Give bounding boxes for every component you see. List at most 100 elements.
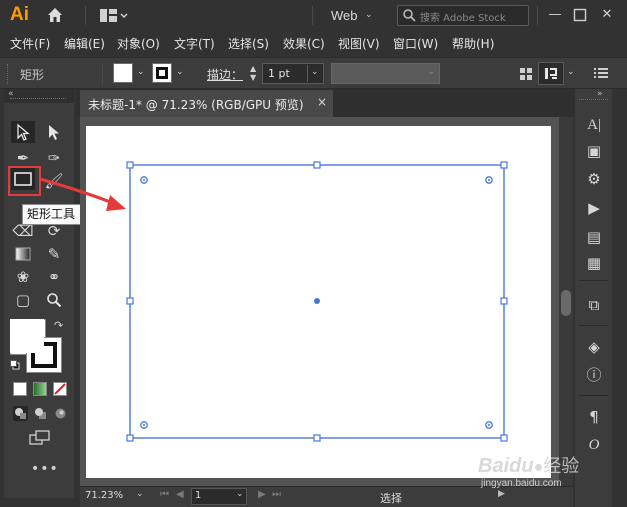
menu-object[interactable]: 对象(O) — [117, 35, 160, 52]
menu-view[interactable]: 视图(V) — [338, 35, 380, 52]
watermark-url: jingyan.baidu.com — [481, 478, 562, 489]
artboard-number: 1 — [195, 490, 202, 501]
fill-color-swatch-front[interactable] — [10, 319, 44, 353]
maximize-icon[interactable] — [571, 6, 589, 24]
tools-panel: ✒ ✑ 🖌 ⌫ ↻ ⟳ ✎ ❀ ⚭ ▢ ↷ ••• — [4, 103, 74, 498]
opentype-panel-icon[interactable]: O — [584, 435, 604, 455]
collapse-panels-icon[interactable]: » — [597, 89, 603, 99]
vertical-scroll-thumb[interactable] — [561, 290, 571, 316]
draw-inside-icon[interactable] — [53, 406, 68, 421]
next-artboard-icon[interactable]: ▶ — [258, 489, 266, 500]
transform-button[interactable] — [538, 62, 564, 85]
eyedropper-tool[interactable]: ✎ — [42, 243, 66, 265]
watermark-brand: Baidu — [478, 455, 534, 477]
grip-icon — [7, 64, 11, 84]
menu-window[interactable]: 窗口(W) — [393, 35, 438, 52]
current-tool-name: 矩形 — [20, 68, 45, 82]
fill-swatch[interactable] — [113, 63, 133, 83]
zoom-tool[interactable] — [42, 289, 66, 311]
properties-gear-icon[interactable]: ⚙ — [584, 169, 604, 189]
zoom-field[interactable]: 71.23% ⌄ — [82, 488, 146, 505]
status-tool-label: 选择 — [380, 492, 402, 505]
none-mode-button[interactable] — [53, 382, 67, 396]
selection-tool[interactable] — [11, 121, 35, 143]
stroke-label[interactable]: 描边： — [207, 66, 243, 83]
status-play-icon[interactable]: ▶ — [498, 489, 505, 499]
search-placeholder: 搜索 Adobe Stock — [420, 13, 506, 24]
shape-builder-tool[interactable]: ⚭ — [42, 266, 66, 288]
rectangle-tool-highlight — [8, 166, 41, 196]
first-artboard-icon[interactable]: ⏮ — [160, 489, 169, 500]
variable-width-profile[interactable]: ⌄ — [331, 63, 440, 84]
menu-type[interactable]: 文字(T) — [174, 35, 215, 52]
status-bar: 71.23% ⌄ ⏮ ◀ 1 ⌄ ▶ ⏭ 选择 ▶ — [80, 486, 573, 507]
right-panel-dock: » A| ▣ ⚙ ▶ ▤ ▦ ⧉ ◈ ⓘ ¶ O — [575, 89, 612, 507]
stroke-weight-value: 1 pt — [268, 67, 290, 80]
puppet-warp-tool[interactable]: ❀ — [11, 266, 35, 288]
close-window-icon[interactable]: ✕ — [598, 6, 616, 24]
menu-bar: 文件(F) 编辑(E) 对象(O) 文字(T) 选择(S) 效果(C) 视图(V… — [0, 31, 627, 53]
watermark-paw-icon: ● — [533, 459, 544, 476]
artboard-number-field[interactable]: 1 ⌄ — [191, 488, 247, 505]
zoom-value: 71.23% — [85, 490, 124, 501]
artboard-chevron-icon[interactable]: ⌄ — [236, 489, 244, 499]
zoom-chevron-icon[interactable]: ⌄ — [136, 489, 144, 499]
stroke-weight-field[interactable]: 1 pt ⌄ — [262, 63, 324, 84]
baidu-watermark: Baidu●经验 jingyan.baidu.com — [478, 452, 579, 489]
pathfinder-panel-icon[interactable]: ⧉ — [584, 295, 604, 315]
artboard-tool[interactable]: ▢ — [11, 289, 35, 311]
control-bar: 矩形 ⌄ ⌄ 描边： ▲ ▼ 1 pt ⌄ ⌄ ⌄ — [0, 57, 627, 89]
panel-grip[interactable] — [579, 99, 608, 102]
arrange-documents-icon[interactable] — [100, 8, 128, 24]
app-bar: Ai Web ⌄ 搜索 Adobe Stock — ✕ — [0, 0, 627, 31]
swap-fill-stroke-icon[interactable]: ↷ — [54, 319, 63, 332]
color-mode-button[interactable] — [13, 382, 27, 396]
toolbar-header[interactable]: « — [4, 89, 74, 103]
paragraph-panel-icon[interactable]: ¶ — [584, 407, 604, 427]
menu-effect[interactable]: 效果(C) — [283, 35, 325, 52]
selected-rectangle[interactable] — [125, 160, 511, 444]
workspace-chevron-icon[interactable]: ⌄ — [365, 10, 373, 20]
app-logo: Ai — [10, 4, 29, 25]
document-tab-title: 未标题-1* @ 71.23% (RGB/GPU 预览) — [88, 98, 304, 112]
direct-selection-tool[interactable] — [42, 121, 66, 143]
document-tab[interactable]: 未标题-1* @ 71.23% (RGB/GPU 预览) × — [80, 90, 333, 117]
last-artboard-icon[interactable]: ⏭ — [272, 489, 281, 500]
align-panel-icon[interactable]: ▤ — [584, 227, 604, 247]
transform-panel-icon[interactable]: ▦ — [584, 253, 604, 273]
menu-help[interactable]: 帮助(H) — [452, 35, 494, 52]
watermark-brand-cn: 经验 — [543, 456, 580, 476]
symbols-panel-icon[interactable]: ▣ — [584, 141, 604, 161]
draw-behind-icon[interactable] — [33, 406, 48, 421]
character-panel-icon[interactable]: A| — [584, 115, 604, 135]
menu-file[interactable]: 文件(F) — [10, 35, 50, 52]
layers-panel-icon[interactable]: ◈ — [584, 337, 604, 357]
right-edge-strip — [612, 89, 627, 507]
align-grid-icon[interactable] — [519, 67, 533, 84]
stroke-chevron-icon[interactable]: ⌄ — [176, 67, 184, 77]
stock-search-input[interactable]: 搜索 Adobe Stock — [397, 5, 529, 26]
close-document-icon[interactable]: × — [317, 95, 327, 109]
stroke-stepper-icon[interactable]: ▲ ▼ — [250, 64, 256, 82]
minimize-icon[interactable]: — — [546, 6, 564, 24]
workspace-switcher[interactable]: Web — [331, 8, 358, 23]
panel-menu-icon[interactable] — [594, 67, 608, 82]
transform-chevron-icon[interactable]: ⌄ — [567, 67, 575, 77]
actions-play-icon[interactable]: ▶ — [584, 198, 604, 218]
draw-normal-icon[interactable] — [13, 406, 28, 421]
edit-toolbar-icon[interactable]: ••• — [31, 461, 59, 477]
home-icon[interactable] — [45, 5, 65, 25]
previous-artboard-icon[interactable]: ◀ — [176, 489, 184, 500]
gradient-tool[interactable] — [11, 243, 35, 265]
menu-edit[interactable]: 编辑(E) — [64, 35, 105, 52]
fill-chevron-icon[interactable]: ⌄ — [137, 67, 145, 77]
stroke-weight-chevron-icon[interactable]: ⌄ — [311, 67, 319, 77]
annotation-arrow — [39, 177, 126, 211]
info-panel-icon[interactable]: ⓘ — [584, 365, 604, 385]
stroke-swatch[interactable] — [152, 63, 172, 83]
gradient-mode-button[interactable] — [33, 382, 47, 396]
screen-mode-icon[interactable] — [29, 430, 51, 446]
default-fill-stroke-icon[interactable] — [10, 359, 20, 370]
toolbar-grip[interactable] — [10, 98, 66, 101]
menu-select[interactable]: 选择(S) — [228, 35, 269, 52]
